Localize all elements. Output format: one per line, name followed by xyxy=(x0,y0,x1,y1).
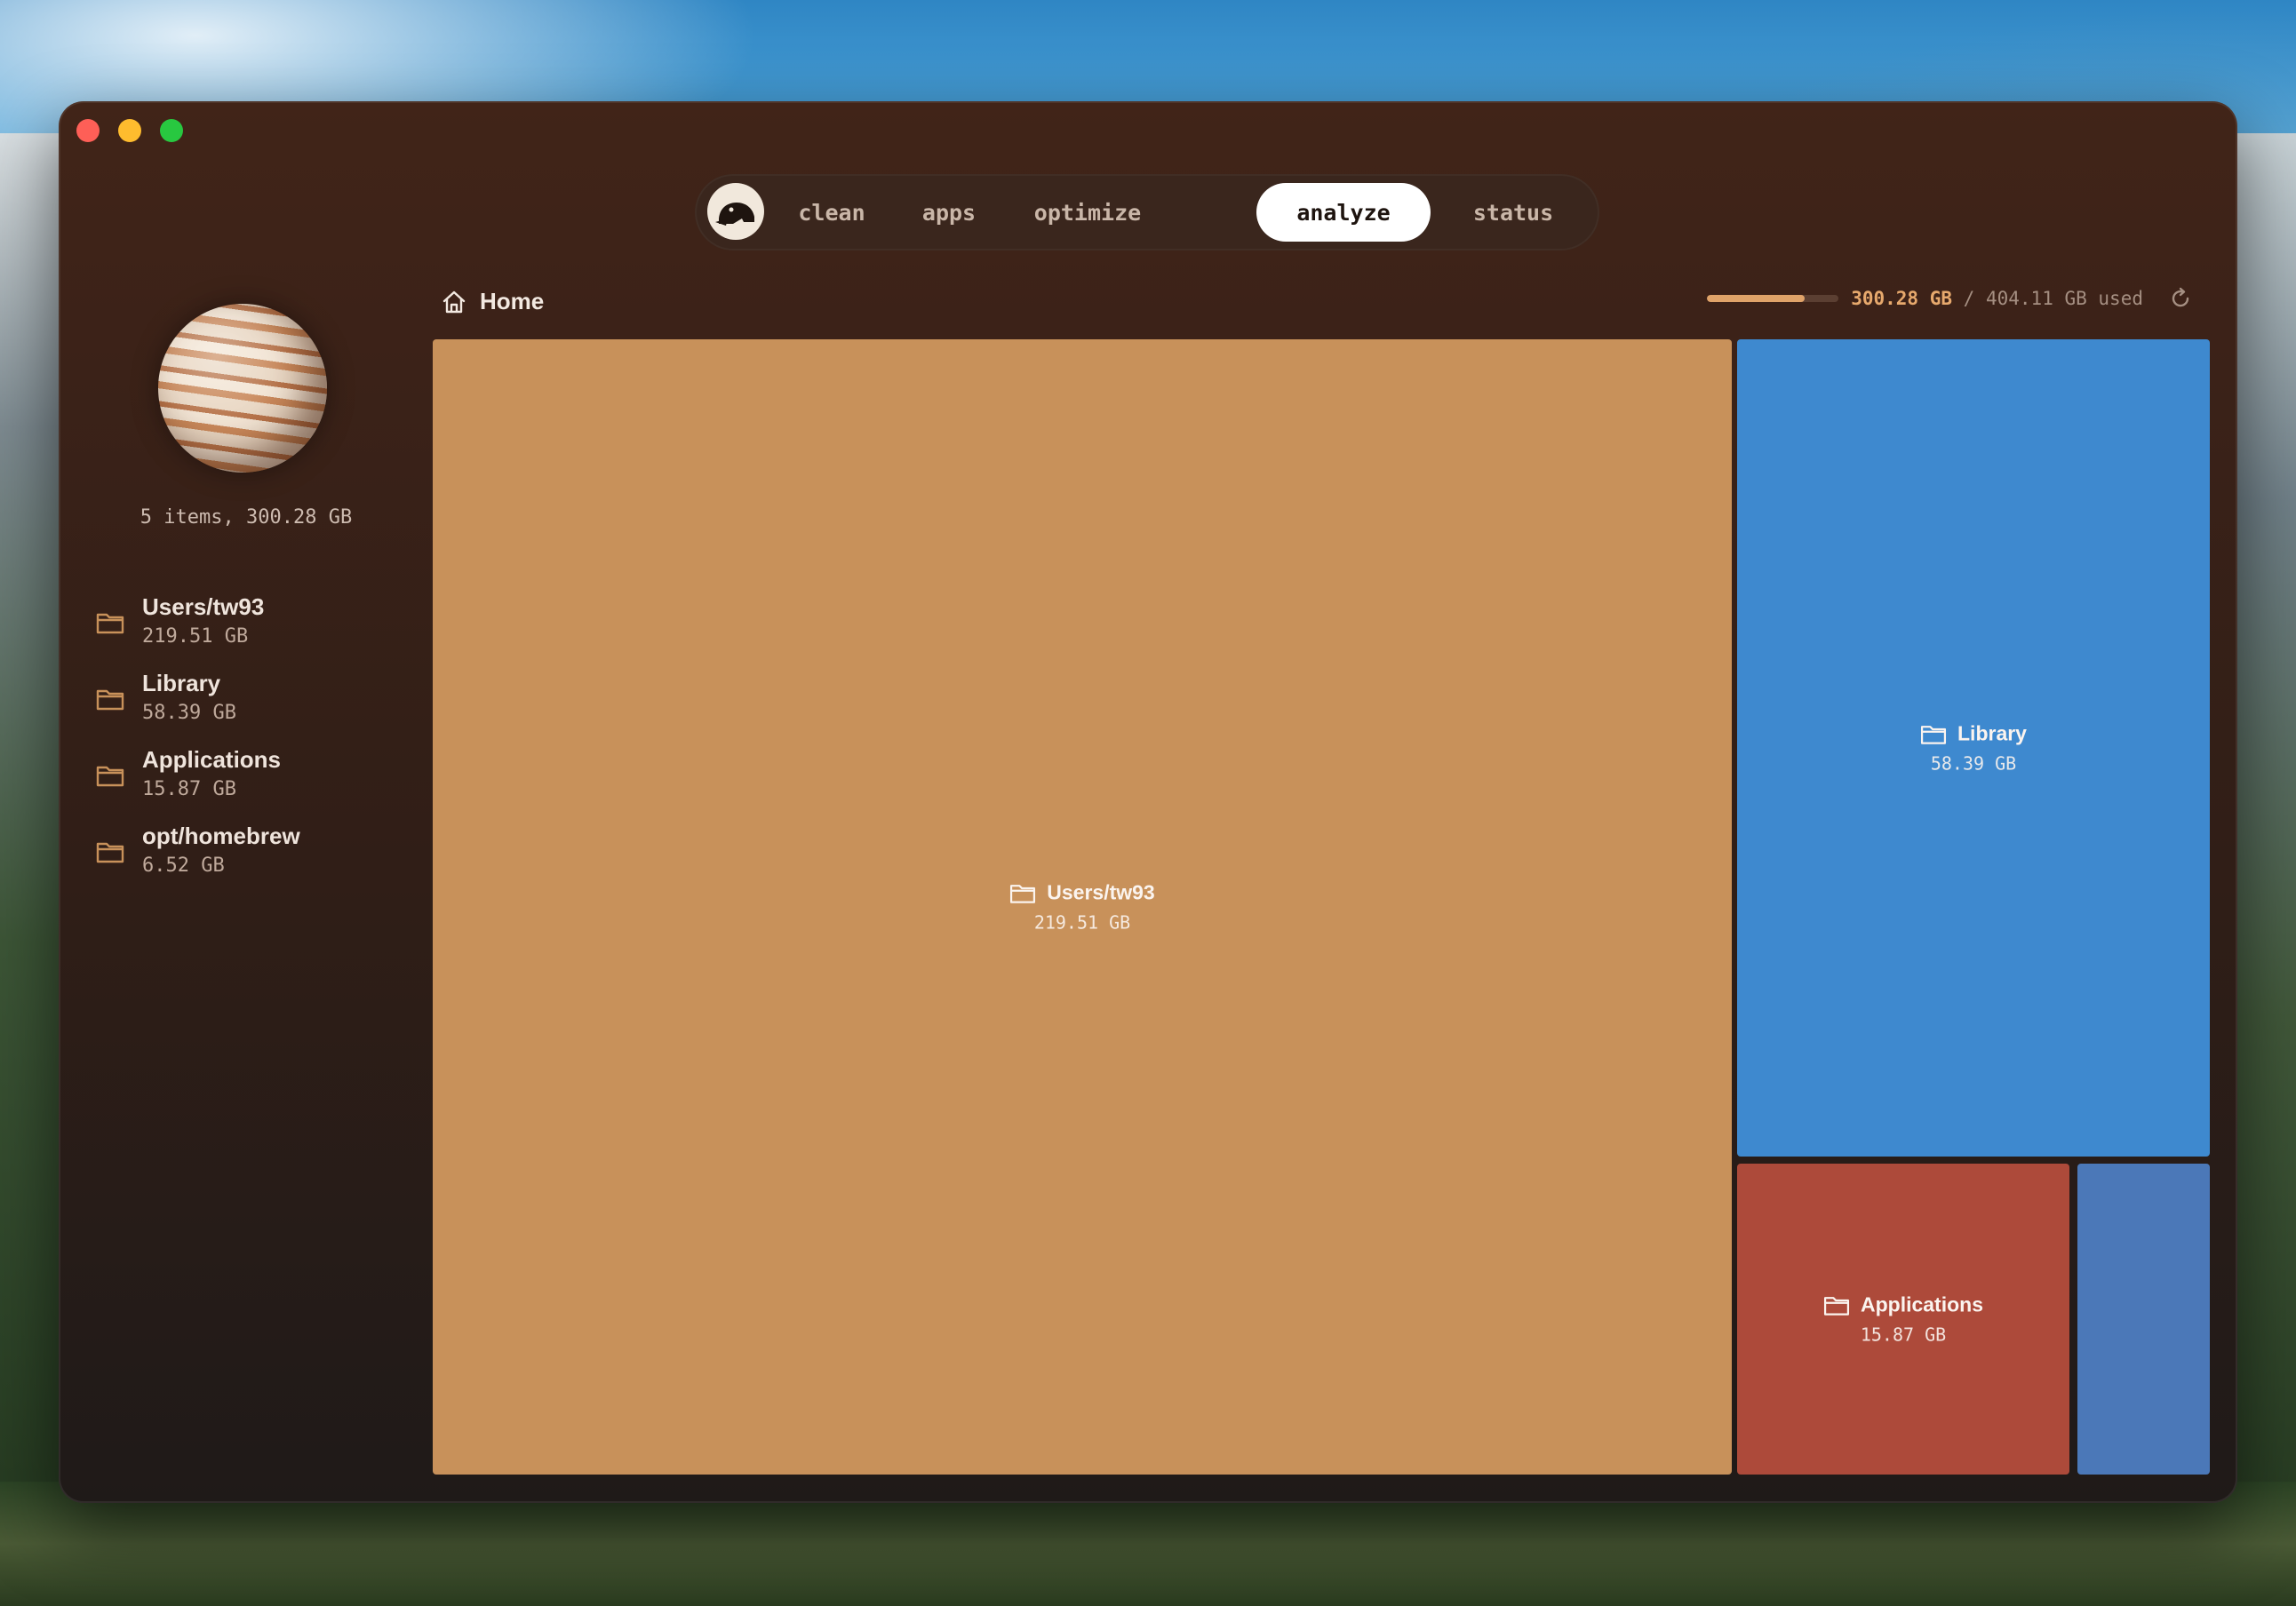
sidebar-item-name: Library xyxy=(142,670,221,696)
zoom-window-button[interactable] xyxy=(160,119,183,142)
sidebar-item-name: Users/tw93 xyxy=(142,593,265,620)
breadcrumb[interactable]: Home xyxy=(441,288,544,315)
tile-size: 58.39 GB xyxy=(1930,752,2017,775)
beaver-logo-icon[interactable] xyxy=(707,183,764,240)
sidebar-item-users-tw93[interactable]: Users/tw93 219.51 GB xyxy=(96,584,451,661)
home-icon xyxy=(442,290,466,313)
sidebar-item-library[interactable]: Library 58.39 GB xyxy=(96,661,451,737)
folder-icon xyxy=(1823,1296,1850,1316)
tab-apps[interactable]: apps xyxy=(899,183,999,242)
tile-name: Applications xyxy=(1860,1292,1983,1316)
tab-analyze[interactable]: analyze xyxy=(1256,183,1431,242)
tile-size: 219.51 GB xyxy=(1033,911,1131,934)
treemap-tile-library[interactable]: Library 58.39 GB xyxy=(1737,339,2210,1157)
breadcrumb-label: Home xyxy=(480,288,545,314)
folder-icon xyxy=(96,842,124,863)
tab-clean[interactable]: clean xyxy=(773,183,890,242)
tile-label: Library 58.39 GB xyxy=(1737,722,2210,775)
disk-usage: 300.28 GB / 404.11 GB used xyxy=(1707,286,2193,311)
sidebar-item-size: 6.52 GB xyxy=(142,855,225,877)
disk-total: 404.11 GB used xyxy=(1985,288,2143,309)
disk-usage-text: 300.28 GB / 404.11 GB used xyxy=(1851,288,2143,309)
sidebar-item-size: 58.39 GB xyxy=(142,702,236,724)
folder-icon xyxy=(1010,884,1036,903)
sidebar-item-name: Applications xyxy=(142,746,282,773)
disk-usage-fill xyxy=(1707,295,1806,302)
disk-used: 300.28 GB xyxy=(1851,288,1953,309)
sidebar-item-applications[interactable]: Applications 15.87 GB xyxy=(96,737,451,814)
tile-name: Library xyxy=(1957,721,2027,745)
treemap-tile-users-tw93[interactable]: Users/tw93 219.51 GB xyxy=(433,339,1732,1475)
tile-label: Applications 15.87 GB xyxy=(1737,1293,2069,1346)
tile-size: 15.87 GB xyxy=(1860,1324,1947,1346)
sidebar-item-size: 219.51 GB xyxy=(142,625,249,648)
minimize-window-button[interactable] xyxy=(118,119,141,142)
folder-icon xyxy=(96,766,124,787)
sidebar-item-name: opt/homebrew xyxy=(142,823,300,849)
folder-icon xyxy=(96,689,124,711)
window-controls xyxy=(76,119,183,142)
disk-usage-bar xyxy=(1707,295,1839,302)
close-window-button[interactable] xyxy=(76,119,100,142)
sidebar-item-size: 15.87 GB xyxy=(142,778,236,800)
refresh-icon[interactable] xyxy=(2168,286,2193,311)
disk-planet-image xyxy=(158,304,327,473)
folder-icon xyxy=(96,613,124,634)
treemap-tile-opt-homebrew[interactable] xyxy=(2077,1164,2210,1475)
sidebar-folder-list: Users/tw93 219.51 GB Library 58.39 GB Ap… xyxy=(96,584,451,890)
top-nav: clean apps optimize analyze status xyxy=(695,174,1599,250)
tab-status[interactable]: status xyxy=(1439,183,1587,242)
items-summary: 5 items, 300.28 GB xyxy=(140,506,353,529)
tile-label: Users/tw93 219.51 GB xyxy=(433,881,1732,934)
treemap-tile-applications[interactable]: Applications 15.87 GB xyxy=(1737,1164,2069,1475)
folder-icon xyxy=(1920,725,1947,744)
disk-separator: / xyxy=(1963,288,1975,309)
tile-name: Users/tw93 xyxy=(1047,880,1155,904)
app-window: clean apps optimize analyze status 5 ite… xyxy=(59,101,2237,1503)
tab-optimize[interactable]: optimize xyxy=(1008,183,1168,242)
sidebar-item-opt-homebrew[interactable]: opt/homebrew 6.52 GB xyxy=(96,814,451,890)
